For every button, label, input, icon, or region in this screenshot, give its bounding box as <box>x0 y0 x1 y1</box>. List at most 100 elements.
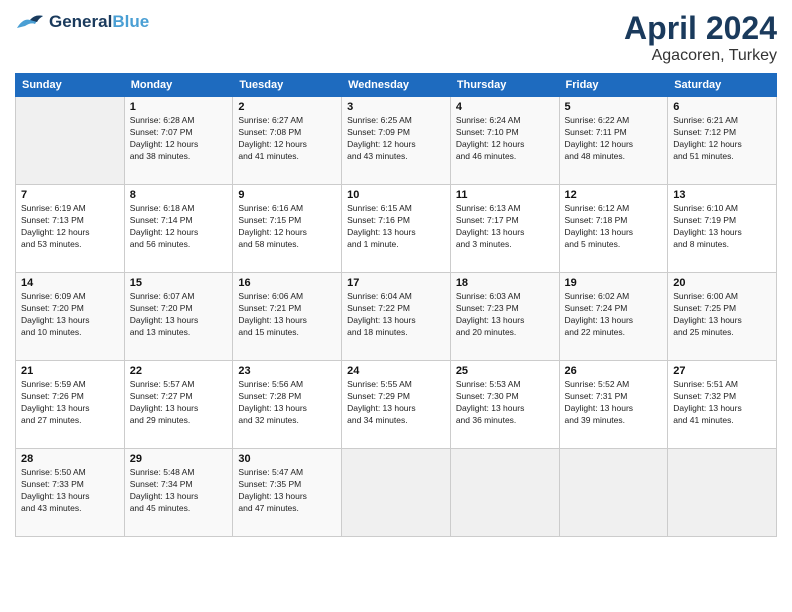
day-number: 21 <box>21 365 119 377</box>
day-info: Sunrise: 6:07 AMSunset: 7:20 PMDaylight:… <box>130 291 228 339</box>
day-cell: 22 Sunrise: 5:57 AMSunset: 7:27 PMDayligh… <box>124 361 233 449</box>
day-info: Sunrise: 5:51 AMSunset: 7:32 PMDaylight:… <box>673 379 771 427</box>
calendar-subtitle: Agacoren, Turkey <box>624 47 777 65</box>
day-info: Sunrise: 6:10 AMSunset: 7:19 PMDaylight:… <box>673 203 771 251</box>
day-cell: 14 Sunrise: 6:09 AMSunset: 7:20 PMDayligh… <box>16 273 125 361</box>
logo-icon <box>15 10 45 34</box>
day-info: Sunrise: 6:22 AMSunset: 7:11 PMDaylight:… <box>565 115 663 163</box>
day-number: 2 <box>238 101 336 113</box>
calendar-table: SundayMondayTuesdayWednesdayThursdayFrid… <box>15 73 777 537</box>
day-number: 27 <box>673 365 771 377</box>
day-cell: 1 Sunrise: 6:28 AMSunset: 7:07 PMDaylight… <box>124 97 233 185</box>
day-number: 14 <box>21 277 119 289</box>
day-info: Sunrise: 6:15 AMSunset: 7:16 PMDaylight:… <box>347 203 445 251</box>
weekday-header-friday: Friday <box>559 74 668 97</box>
day-cell: 3Sunrise: 6:25 AMSunset: 7:09 PMDaylight… <box>342 97 451 185</box>
day-info: Sunrise: 6:03 AMSunset: 7:23 PMDaylight:… <box>456 291 554 339</box>
day-number: 15 <box>130 277 228 289</box>
day-cell: 10Sunrise: 6:15 AMSunset: 7:16 PMDayligh… <box>342 185 451 273</box>
weekday-header-saturday: Saturday <box>668 74 777 97</box>
day-number: 7 <box>21 189 119 201</box>
day-number: 24 <box>347 365 445 377</box>
day-info: Sunrise: 6:16 AMSunset: 7:15 PMDaylight:… <box>238 203 336 251</box>
day-cell: 24 Sunrise: 5:55 AMSunset: 7:29 PMDayligh… <box>342 361 451 449</box>
day-info: Sunrise: 6:09 AMSunset: 7:20 PMDaylight:… <box>21 291 119 339</box>
day-number: 5 <box>565 101 663 113</box>
week-row-1: 7 Sunrise: 6:19 AMSunset: 7:13 PMDaylight… <box>16 185 777 273</box>
day-cell <box>668 449 777 537</box>
day-number: 13 <box>673 189 771 201</box>
day-cell: 16 Sunrise: 6:06 AMSunset: 7:21 PMDayligh… <box>233 273 342 361</box>
day-number: 9 <box>238 189 336 201</box>
day-info: Sunrise: 5:52 AMSunset: 7:31 PMDaylight:… <box>565 379 663 427</box>
day-cell: 4Sunrise: 6:24 AMSunset: 7:10 PMDaylight… <box>450 97 559 185</box>
day-cell: 21 Sunrise: 5:59 AMSunset: 7:26 PMDayligh… <box>16 361 125 449</box>
day-cell: 6Sunrise: 6:21 AMSunset: 7:12 PMDaylight… <box>668 97 777 185</box>
day-info: Sunrise: 6:06 AMSunset: 7:21 PMDaylight:… <box>238 291 336 339</box>
day-cell <box>450 449 559 537</box>
logo: GeneralBlue <box>15 10 149 34</box>
title-block: April 2024 Agacoren, Turkey <box>624 10 777 65</box>
day-info: Sunrise: 6:04 AMSunset: 7:22 PMDaylight:… <box>347 291 445 339</box>
weekday-header-tuesday: Tuesday <box>233 74 342 97</box>
logo-text: GeneralBlue <box>49 12 149 32</box>
week-row-4: 28 Sunrise: 5:50 AMSunset: 7:33 PMDayligh… <box>16 449 777 537</box>
day-cell: 18Sunrise: 6:03 AMSunset: 7:23 PMDayligh… <box>450 273 559 361</box>
day-cell <box>342 449 451 537</box>
day-info: Sunrise: 6:12 AMSunset: 7:18 PMDaylight:… <box>565 203 663 251</box>
day-number: 22 <box>130 365 228 377</box>
day-number: 19 <box>565 277 663 289</box>
day-cell: 2 Sunrise: 6:27 AMSunset: 7:08 PMDaylight… <box>233 97 342 185</box>
day-number: 1 <box>130 101 228 113</box>
day-number: 12 <box>565 189 663 201</box>
day-cell: 7 Sunrise: 6:19 AMSunset: 7:13 PMDaylight… <box>16 185 125 273</box>
weekday-header-sunday: Sunday <box>16 74 125 97</box>
weekday-header-monday: Monday <box>124 74 233 97</box>
day-number: 25 <box>456 365 554 377</box>
day-number: 16 <box>238 277 336 289</box>
day-cell: 17 Sunrise: 6:04 AMSunset: 7:22 PMDayligh… <box>342 273 451 361</box>
calendar-title: April 2024 <box>624 10 777 47</box>
week-row-3: 21 Sunrise: 5:59 AMSunset: 7:26 PMDayligh… <box>16 361 777 449</box>
day-info: Sunrise: 5:50 AMSunset: 7:33 PMDaylight:… <box>21 467 119 515</box>
day-info: Sunrise: 5:47 AMSunset: 7:35 PMDaylight:… <box>238 467 336 515</box>
day-info: Sunrise: 5:57 AMSunset: 7:27 PMDaylight:… <box>130 379 228 427</box>
day-number: 28 <box>21 453 119 465</box>
day-number: 8 <box>130 189 228 201</box>
day-cell: 5 Sunrise: 6:22 AMSunset: 7:11 PMDaylight… <box>559 97 668 185</box>
day-cell: 25 Sunrise: 5:53 AMSunset: 7:30 PMDayligh… <box>450 361 559 449</box>
day-cell: 29 Sunrise: 5:48 AMSunset: 7:34 PMDayligh… <box>124 449 233 537</box>
day-cell <box>16 97 125 185</box>
day-cell: 8 Sunrise: 6:18 AMSunset: 7:14 PMDaylight… <box>124 185 233 273</box>
weekday-header-wednesday: Wednesday <box>342 74 451 97</box>
day-number: 20 <box>673 277 771 289</box>
day-info: Sunrise: 6:27 AMSunset: 7:08 PMDaylight:… <box>238 115 336 163</box>
week-row-0: 1 Sunrise: 6:28 AMSunset: 7:07 PMDaylight… <box>16 97 777 185</box>
day-info: Sunrise: 5:48 AMSunset: 7:34 PMDaylight:… <box>130 467 228 515</box>
day-cell: 20Sunrise: 6:00 AMSunset: 7:25 PMDayligh… <box>668 273 777 361</box>
day-info: Sunrise: 6:13 AMSunset: 7:17 PMDaylight:… <box>456 203 554 251</box>
day-number: 30 <box>238 453 336 465</box>
day-cell: 13 Sunrise: 6:10 AMSunset: 7:19 PMDayligh… <box>668 185 777 273</box>
day-number: 3 <box>347 101 445 113</box>
day-number: 4 <box>456 101 554 113</box>
day-info: Sunrise: 6:28 AMSunset: 7:07 PMDaylight:… <box>130 115 228 163</box>
day-info: Sunrise: 6:18 AMSunset: 7:14 PMDaylight:… <box>130 203 228 251</box>
day-cell: 27 Sunrise: 5:51 AMSunset: 7:32 PMDayligh… <box>668 361 777 449</box>
page: GeneralBlue April 2024 Agacoren, Turkey … <box>0 0 792 612</box>
day-info: Sunrise: 5:59 AMSunset: 7:26 PMDaylight:… <box>21 379 119 427</box>
day-number: 17 <box>347 277 445 289</box>
day-info: Sunrise: 6:19 AMSunset: 7:13 PMDaylight:… <box>21 203 119 251</box>
header: GeneralBlue April 2024 Agacoren, Turkey <box>15 10 777 65</box>
week-row-2: 14 Sunrise: 6:09 AMSunset: 7:20 PMDayligh… <box>16 273 777 361</box>
day-number: 26 <box>565 365 663 377</box>
day-number: 29 <box>130 453 228 465</box>
day-cell: 15 Sunrise: 6:07 AMSunset: 7:20 PMDayligh… <box>124 273 233 361</box>
weekday-header-row: SundayMondayTuesdayWednesdayThursdayFrid… <box>16 74 777 97</box>
day-cell: 23Sunrise: 5:56 AMSunset: 7:28 PMDayligh… <box>233 361 342 449</box>
day-number: 6 <box>673 101 771 113</box>
day-cell <box>559 449 668 537</box>
day-info: Sunrise: 5:53 AMSunset: 7:30 PMDaylight:… <box>456 379 554 427</box>
day-cell: 9 Sunrise: 6:16 AMSunset: 7:15 PMDaylight… <box>233 185 342 273</box>
day-info: Sunrise: 5:55 AMSunset: 7:29 PMDaylight:… <box>347 379 445 427</box>
